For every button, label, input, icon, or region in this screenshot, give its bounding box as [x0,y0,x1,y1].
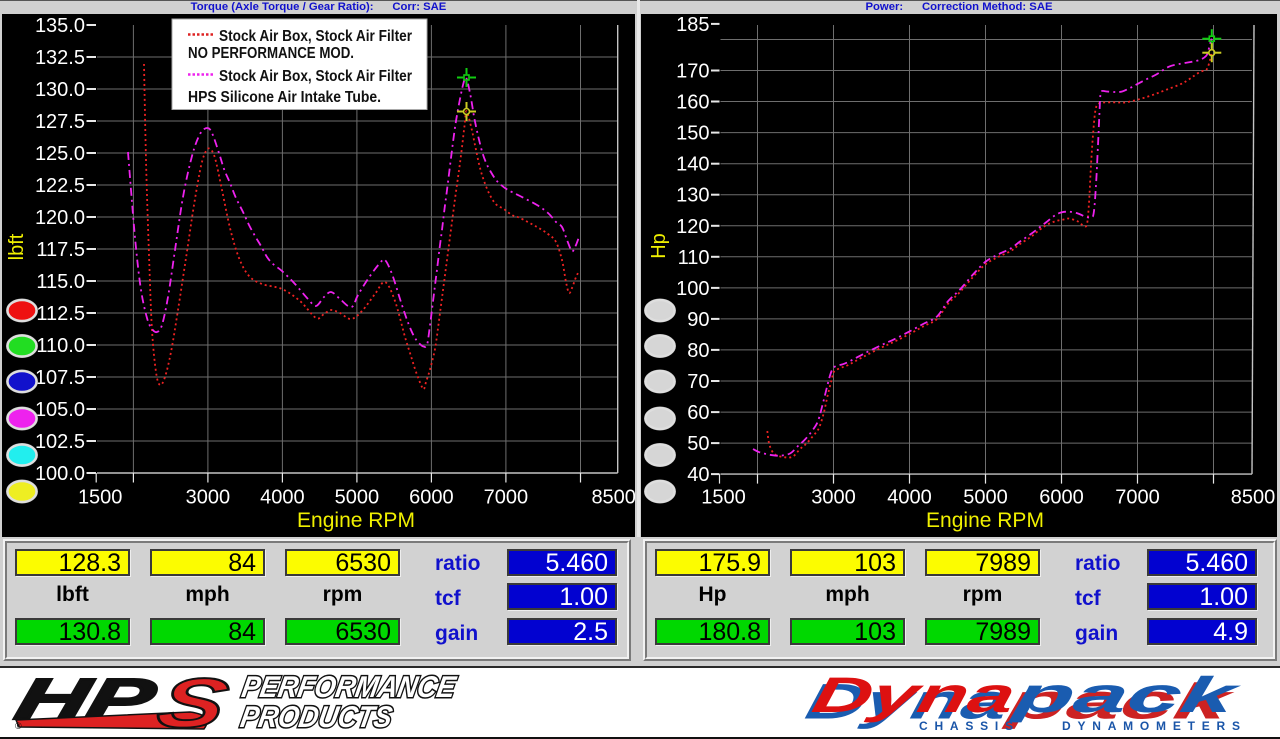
svg-text:127.5: 127.5 [35,111,85,133]
svg-text:170: 170 [676,61,709,83]
svg-text:8500: 8500 [591,487,635,509]
svg-text:100: 100 [676,278,709,300]
svg-text:120: 120 [676,216,709,238]
svg-text:185: 185 [676,14,709,36]
svg-text:PRODUCTS: PRODUCTS [238,701,395,734]
svg-text:110.0: 110.0 [36,335,85,357]
svg-text:pack: pack [1007,667,1246,723]
svg-text:Engine RPM: Engine RPM [926,509,1044,532]
svg-text:Dyna: Dyna [808,667,1021,723]
svg-text:Stock Air Box, Stock Air Filte: Stock Air Box, Stock Air Filter [219,68,412,85]
svg-text:132.5: 132.5 [35,47,85,69]
svg-text:100.0: 100.0 [35,463,85,485]
svg-text:90: 90 [687,309,709,331]
svg-text:PERFORMANCE: PERFORMANCE [239,671,459,704]
svg-text:117.5: 117.5 [36,239,85,261]
svg-text:105.0: 105.0 [35,399,85,421]
svg-text:5000: 5000 [335,487,380,509]
svg-text:Hp: Hp [648,233,670,259]
svg-text:112.5: 112.5 [36,303,85,325]
svg-text:122.5: 122.5 [35,175,85,197]
svg-text:NO PERFORMANCE MOD.: NO PERFORMANCE MOD. [188,45,354,62]
svg-text:4000: 4000 [887,487,932,509]
svg-text:150: 150 [676,123,709,145]
svg-text:3000: 3000 [186,487,231,509]
svg-text:3000: 3000 [811,487,856,509]
svg-text:102.5: 102.5 [35,431,85,453]
svg-text:1500: 1500 [701,487,746,509]
svg-text:7000: 7000 [484,487,529,509]
svg-text:107.5: 107.5 [35,367,85,389]
svg-text:40: 40 [687,464,709,486]
svg-text:lbft: lbft [6,233,28,260]
svg-text:130: 130 [676,185,709,207]
svg-text:140: 140 [676,154,709,176]
svg-text:6000: 6000 [1039,487,1084,509]
svg-text:8500: 8500 [1231,487,1276,509]
svg-text:110: 110 [678,247,710,269]
svg-text:6000: 6000 [409,487,454,509]
svg-text:®: ® [15,721,22,731]
svg-text:Engine RPM: Engine RPM [297,509,415,532]
svg-text:80: 80 [687,340,709,362]
svg-text:130.0: 130.0 [35,79,85,101]
svg-text:S: S [150,666,236,737]
svg-text:135.0: 135.0 [35,15,85,37]
svg-text:4000: 4000 [260,487,305,509]
svg-text:1500: 1500 [78,487,123,509]
svg-text:60: 60 [687,402,709,424]
svg-text:160: 160 [676,92,709,114]
svg-text:7000: 7000 [1115,487,1160,509]
svg-text:115.0: 115.0 [36,271,85,293]
svg-text:70: 70 [687,371,709,393]
svg-text:5000: 5000 [963,487,1008,509]
svg-text:125.0: 125.0 [35,143,85,165]
svg-text:Stock Air Box, Stock Air Filte: Stock Air Box, Stock Air Filter [219,28,412,45]
svg-text:HPS Silicone Air Intake Tube.: HPS Silicone Air Intake Tube. [188,89,381,106]
svg-text:50: 50 [687,433,709,455]
svg-text:120.0: 120.0 [35,207,85,229]
